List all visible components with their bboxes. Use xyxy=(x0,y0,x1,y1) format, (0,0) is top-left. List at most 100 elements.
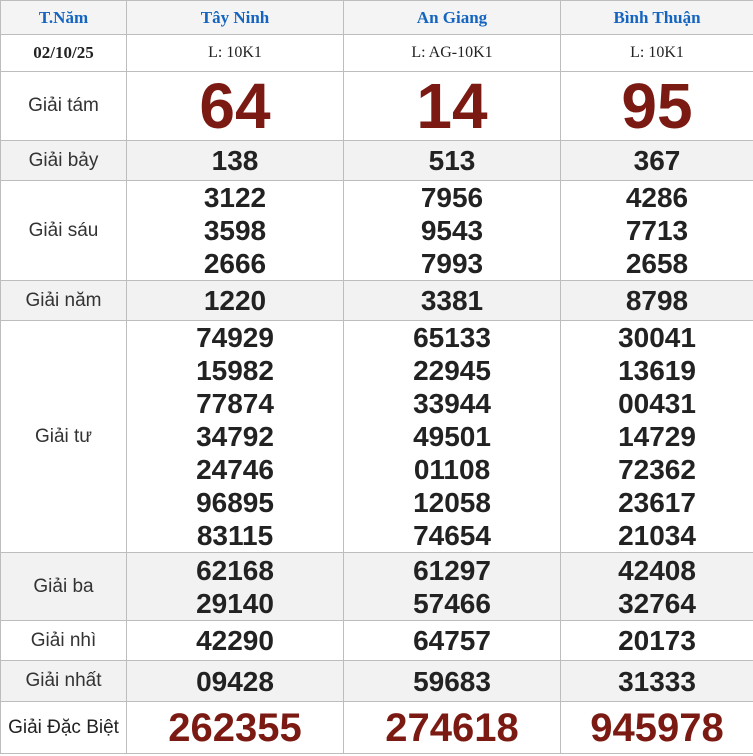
prize-number: 7713 xyxy=(625,215,689,246)
ticket-code-3: L: 10K1 xyxy=(560,34,753,72)
special-prize-number: 945978 xyxy=(590,705,724,750)
draw-date: 02/10/25 xyxy=(0,34,127,72)
prize-number: 57466 xyxy=(413,587,491,619)
prize-number: 64 xyxy=(199,70,271,142)
prize-number: 3122 xyxy=(203,182,267,213)
province-header-2[interactable]: An Giang xyxy=(343,0,561,35)
prize-number: 33944 xyxy=(413,388,491,419)
province-header-3[interactable]: Bình Thuận xyxy=(560,0,753,35)
prize-number: 62168 xyxy=(196,554,274,586)
prize-cell: 513 xyxy=(343,140,561,181)
prize-number: 9543 xyxy=(420,215,484,246)
prize-number: 23617 xyxy=(618,487,696,518)
prize-cell: 31333 xyxy=(560,660,753,702)
prize-number: 7956 xyxy=(420,182,484,213)
prize-number: 7993 xyxy=(420,248,484,279)
prize-cell: 65133 22945 33944 49501 01108 12058 7465… xyxy=(343,320,561,553)
special-prize-number: 274618 xyxy=(385,705,519,750)
prize-number: 24746 xyxy=(196,454,274,485)
prize-number: 13619 xyxy=(618,355,696,386)
prize-number: 20173 xyxy=(618,625,696,656)
prize-number: 2666 xyxy=(203,248,267,279)
prize-number: 74654 xyxy=(413,520,491,551)
prize-number: 21034 xyxy=(618,520,696,551)
prize-number: 138 xyxy=(211,145,259,176)
prize-row-g3: Giải ba 62168 29140 61297 57466 42408 32… xyxy=(0,552,753,621)
prize-number: 8798 xyxy=(625,285,689,316)
prize-label-g3: Giải ba xyxy=(0,552,127,621)
prize-cell: 7956 9543 7993 xyxy=(343,180,561,281)
prize-label-g5: Giải năm xyxy=(0,280,127,321)
province-header-1[interactable]: Tây Ninh xyxy=(126,0,344,35)
prize-number: 42290 xyxy=(196,625,274,656)
prize-row-special: Giải Đặc Biệt 262355 274618 945978 xyxy=(0,701,753,754)
prize-number: 3598 xyxy=(203,215,267,246)
prize-cell: 274618 xyxy=(343,701,561,754)
prize-cell: 09428 xyxy=(126,660,344,702)
day-header: T.Năm xyxy=(0,0,127,35)
prize-number: 32764 xyxy=(618,587,696,619)
prize-number: 42408 xyxy=(618,554,696,586)
prize-number: 77874 xyxy=(196,388,274,419)
prize-cell: 945978 xyxy=(560,701,753,754)
prize-cell: 20173 xyxy=(560,620,753,661)
prize-row-g5: Giải năm 1220 3381 8798 xyxy=(0,280,753,321)
prize-number: 34792 xyxy=(196,421,274,452)
prize-cell: 138 xyxy=(126,140,344,181)
prize-number: 1220 xyxy=(203,285,267,316)
prize-number: 00431 xyxy=(618,388,696,419)
prize-label-g4: Giải tư xyxy=(0,320,127,553)
prize-cell: 14 xyxy=(343,71,561,141)
prize-cell: 64757 xyxy=(343,620,561,661)
prize-number: 513 xyxy=(428,145,476,176)
special-prize-number: 262355 xyxy=(168,705,302,750)
prize-row-g6: Giải sáu 3122 3598 2666 7956 9543 7993 4… xyxy=(0,180,753,281)
prize-cell: 1220 xyxy=(126,280,344,321)
prize-number: 4286 xyxy=(625,182,689,213)
prize-number: 64757 xyxy=(413,625,491,656)
prize-cell: 262355 xyxy=(126,701,344,754)
prize-cell: 42408 32764 xyxy=(560,552,753,621)
prize-row-g2: Giải nhì 42290 64757 20173 xyxy=(0,620,753,661)
ticket-code-2: L: AG-10K1 xyxy=(343,34,561,72)
prize-label-special: Giải Đặc Biệt xyxy=(0,701,127,754)
prize-cell: 61297 57466 xyxy=(343,552,561,621)
ticket-code-1: L: 10K1 xyxy=(126,34,344,72)
prize-number: 72362 xyxy=(618,454,696,485)
prize-cell: 74929 15982 77874 34792 24746 96895 8311… xyxy=(126,320,344,553)
prize-cell: 367 xyxy=(560,140,753,181)
prize-number: 2658 xyxy=(625,248,689,279)
prize-label-g6: Giải sáu xyxy=(0,180,127,281)
prize-label-g1: Giải nhất xyxy=(0,660,127,702)
lottery-results-table: T.Năm Tây Ninh An Giang Bình Thuận 02/10… xyxy=(0,0,753,754)
prize-cell: 3381 xyxy=(343,280,561,321)
prize-number: 09428 xyxy=(196,665,274,697)
prize-number: 367 xyxy=(633,145,681,176)
prize-number: 29140 xyxy=(196,587,274,619)
prize-number: 30041 xyxy=(618,322,696,353)
prize-cell: 30041 13619 00431 14729 72362 23617 2103… xyxy=(560,320,753,553)
prize-number: 95 xyxy=(621,70,693,142)
prize-cell: 59683 xyxy=(343,660,561,702)
prize-row-g4: Giải tư 74929 15982 77874 34792 24746 96… xyxy=(0,320,753,553)
prize-cell: 8798 xyxy=(560,280,753,321)
prize-number: 65133 xyxy=(413,322,491,353)
prize-label-g8: Giải tám xyxy=(0,71,127,141)
header-row: T.Năm Tây Ninh An Giang Bình Thuận xyxy=(0,0,753,35)
prize-row-g1: Giải nhất 09428 59683 31333 xyxy=(0,660,753,702)
prize-number: 14729 xyxy=(618,421,696,452)
prize-row-g8: Giải tám 64 14 95 xyxy=(0,70,753,142)
ticket-code-row: 02/10/25 L: 10K1 L: AG-10K1 L: 10K1 xyxy=(0,34,753,72)
prize-number: 3381 xyxy=(420,285,484,316)
prize-number: 96895 xyxy=(196,487,274,518)
prize-number: 74929 xyxy=(196,322,274,353)
prize-number: 01108 xyxy=(413,454,491,485)
prize-number: 22945 xyxy=(413,355,491,386)
prize-number: 12058 xyxy=(413,487,491,518)
prize-number: 49501 xyxy=(413,421,491,452)
prize-number: 15982 xyxy=(196,355,274,386)
prize-number: 61297 xyxy=(413,554,491,586)
prize-label-g2: Giải nhì xyxy=(0,620,127,661)
prize-cell: 95 xyxy=(560,70,753,142)
prize-number: 31333 xyxy=(618,665,696,697)
